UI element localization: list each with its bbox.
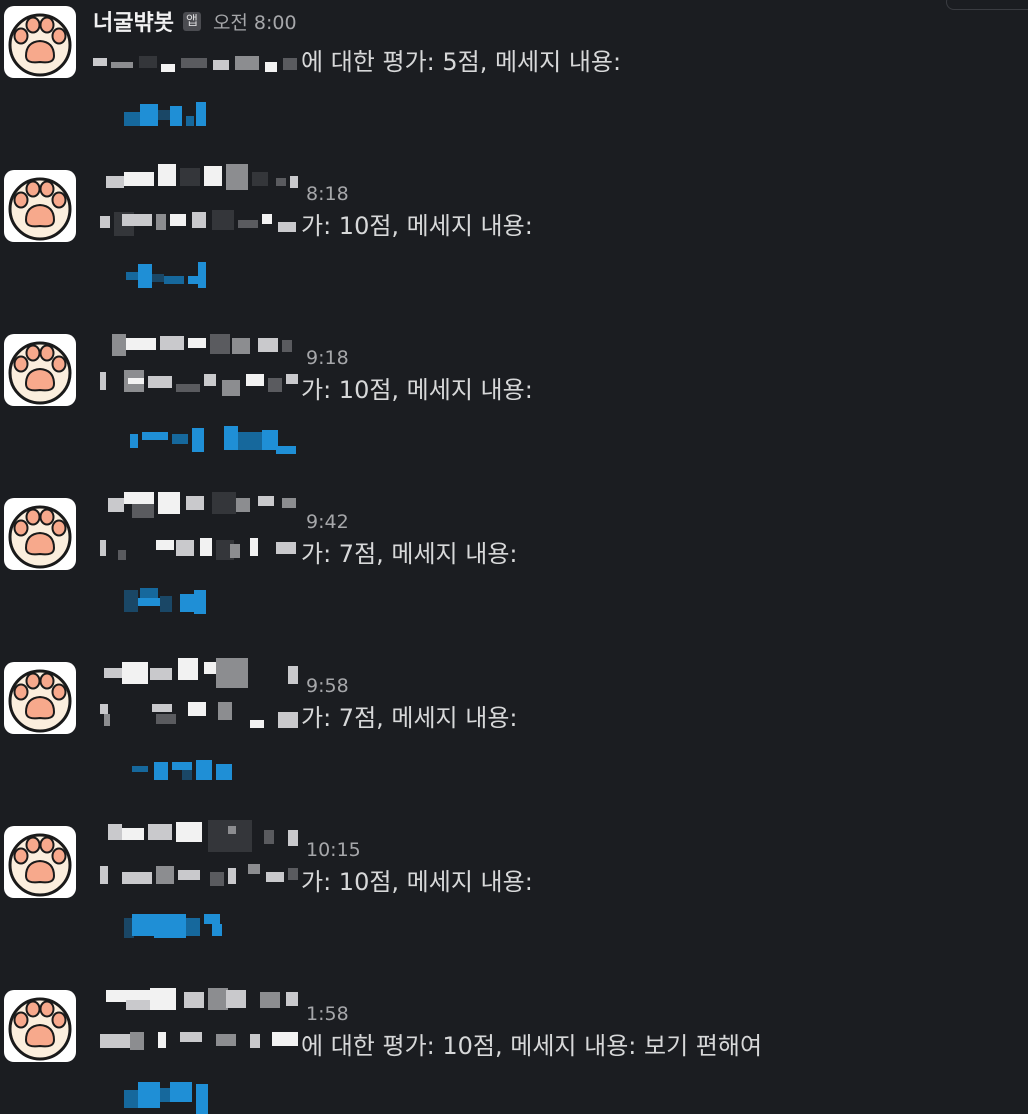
redacted-link[interactable] <box>124 102 208 128</box>
app-badge: 앱 <box>182 11 201 31</box>
message-text: 가: 10점, 메세지 내용: <box>301 212 533 240</box>
redacted-link[interactable] <box>124 1080 210 1114</box>
message-item: 9:42 가: 7점, 메세지 내용: <box>0 492 1028 656</box>
message-item: 8:18 가: 10점, 메세지 내용: <box>0 164 1028 328</box>
message-item: 1:58 에 대한 평가: 10점, 메세지 내용: 보기 편해여 <box>0 984 1028 1114</box>
redacted-sender <box>106 492 300 522</box>
message-text: 가: 10점, 메세지 내용: <box>301 868 533 896</box>
paw-icon <box>8 177 72 241</box>
message-item: 9:18 가: 10점, 메세지 내용: <box>0 328 1028 492</box>
timestamp[interactable]: 오전 8:00 <box>213 8 297 35</box>
message-text: 가: 7점, 메세지 내용: <box>301 704 518 732</box>
redacted-text <box>100 1028 300 1058</box>
message-header: 너굴뱎봇 앱 오전 8:00 <box>93 4 297 38</box>
message-text: 가: 7점, 메세지 내용: <box>301 540 518 568</box>
redacted-text <box>100 370 300 404</box>
redacted-link[interactable] <box>124 914 228 942</box>
message-text: 에 대한 평가: 5점, 메세지 내용: <box>301 48 622 76</box>
paw-icon <box>8 669 72 733</box>
redacted-text <box>100 702 300 732</box>
bot-avatar[interactable] <box>4 498 76 570</box>
timestamp[interactable]: 1:58 <box>306 1003 349 1025</box>
paw-icon <box>8 505 72 569</box>
message-item: 10:15 가: 10점, 메세지 내용: <box>0 820 1028 984</box>
timestamp[interactable]: 9:42 <box>306 511 349 533</box>
redacted-text <box>96 210 300 240</box>
redacted-sender <box>104 986 300 1016</box>
message-item: 9:58 가: 7점, 메세지 내용: <box>0 656 1028 820</box>
redacted-text <box>100 538 300 568</box>
redacted-text <box>93 52 301 78</box>
redacted-sender <box>104 820 300 852</box>
sender-name[interactable]: 너굴뱎봇 <box>93 5 174 37</box>
bot-avatar[interactable] <box>4 6 76 78</box>
redacted-sender <box>108 330 300 358</box>
redacted-sender <box>100 658 300 690</box>
redacted-text <box>100 862 300 892</box>
message-text: 에 대한 평가: 10점, 메세지 내용: 보기 편해여 <box>301 1032 763 1060</box>
bot-avatar[interactable] <box>4 170 76 242</box>
paw-icon <box>8 997 72 1061</box>
timestamp[interactable]: 8:18 <box>306 183 349 205</box>
message-item: 너굴뱎봇 앱 오전 8:00 에 대한 평가: 5점, 메세지 내용: <box>0 0 1028 164</box>
redacted-link[interactable] <box>124 262 208 290</box>
bot-avatar[interactable] <box>4 826 76 898</box>
redacted-link[interactable] <box>132 758 236 782</box>
timestamp[interactable]: 10:15 <box>306 839 361 861</box>
redacted-sender <box>100 164 300 192</box>
timestamp[interactable]: 9:58 <box>306 675 349 697</box>
paw-icon <box>8 341 72 405</box>
bot-avatar[interactable] <box>4 662 76 734</box>
bot-avatar[interactable] <box>4 334 76 406</box>
timestamp[interactable]: 9:18 <box>306 347 349 369</box>
redacted-link[interactable] <box>124 588 210 616</box>
paw-icon <box>8 833 72 897</box>
paw-icon <box>8 13 72 77</box>
bot-avatar[interactable] <box>4 990 76 1062</box>
redacted-link[interactable] <box>128 426 298 456</box>
message-text: 가: 10점, 메세지 내용: <box>301 376 533 404</box>
message-feed: 너굴뱎봇 앱 오전 8:00 에 대한 평가: 5점, 메세지 내용: 8:18… <box>0 0 1028 1114</box>
